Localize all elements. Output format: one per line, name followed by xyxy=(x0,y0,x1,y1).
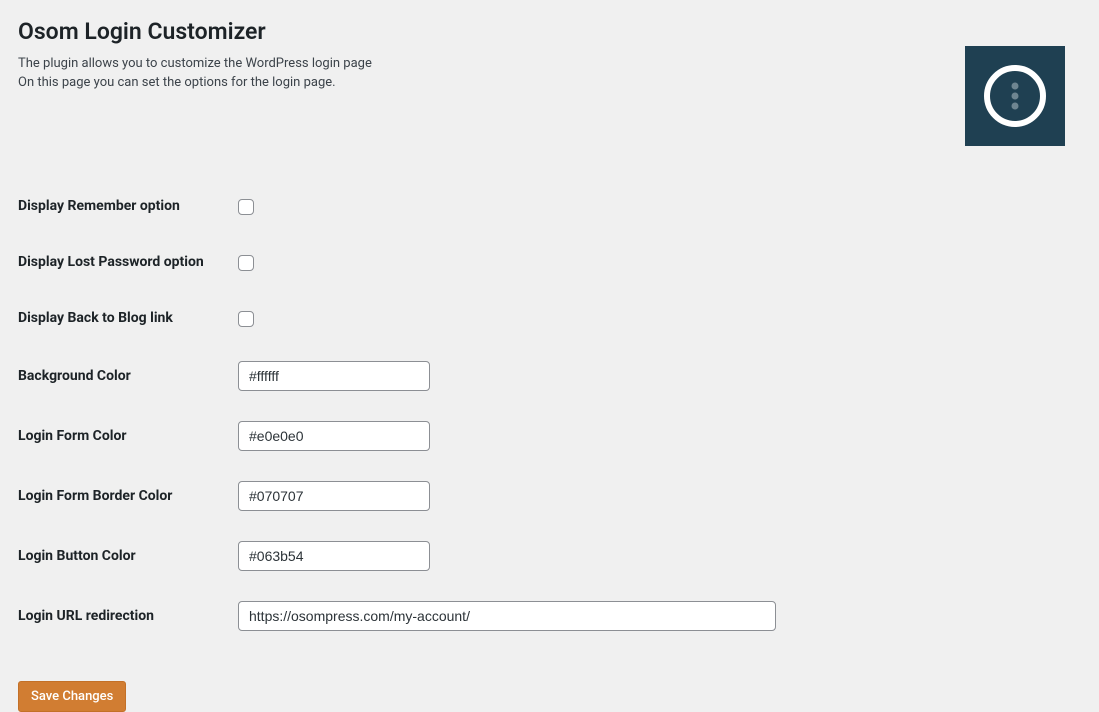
background-color-input[interactable] xyxy=(238,361,430,391)
more-vertical-icon xyxy=(982,63,1048,129)
settings-form: Display Remember option Display Lost Pas… xyxy=(18,178,1081,646)
page-title: Osom Login Customizer xyxy=(18,18,1081,45)
login-form-color-label: Login Form Color xyxy=(18,406,238,466)
page-description-line1: The plugin allows you to customize the W… xyxy=(18,56,372,71)
login-form-border-color-label: Login Form Border Color xyxy=(18,466,238,526)
login-form-border-color-input[interactable] xyxy=(238,481,430,511)
page-description-line2: On this page you can set the options for… xyxy=(18,75,336,90)
display-remember-checkbox[interactable] xyxy=(238,199,254,215)
login-form-color-input[interactable] xyxy=(238,421,430,451)
display-back-to-blog-checkbox[interactable] xyxy=(238,311,254,327)
page-description: The plugin allows you to customize the W… xyxy=(18,55,1081,93)
login-url-redirection-input[interactable] xyxy=(238,601,776,631)
plugin-logo xyxy=(965,46,1065,146)
display-remember-label: Display Remember option xyxy=(18,178,238,234)
display-back-to-blog-label: Display Back to Blog link xyxy=(18,290,238,346)
display-lost-password-checkbox[interactable] xyxy=(238,255,254,271)
background-color-label: Background Color xyxy=(18,346,238,406)
save-changes-button[interactable]: Save Changes xyxy=(18,681,126,712)
login-button-color-label: Login Button Color xyxy=(18,526,238,586)
display-lost-password-label: Display Lost Password option xyxy=(18,234,238,290)
login-button-color-input[interactable] xyxy=(238,541,430,571)
login-url-redirection-label: Login URL redirection xyxy=(18,586,238,646)
